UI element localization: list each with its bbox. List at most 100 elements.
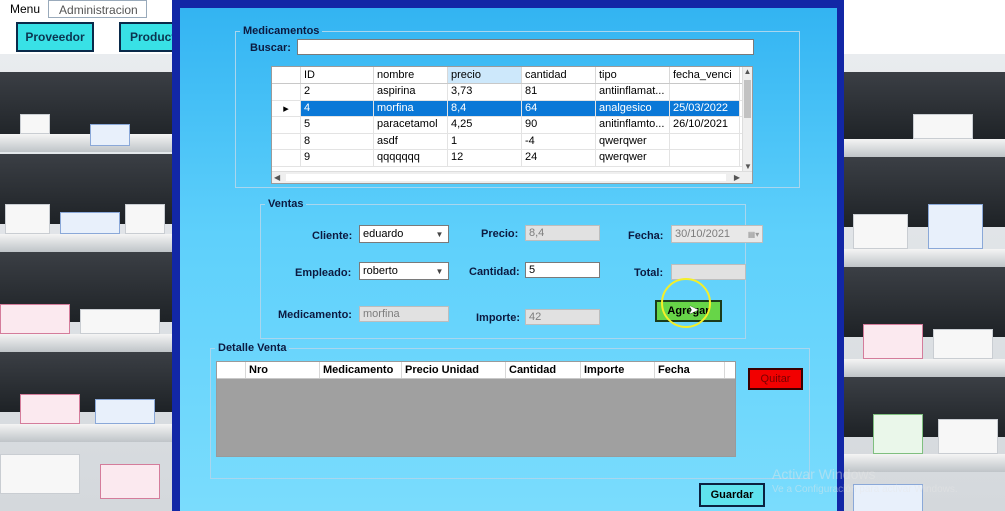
horizontal-scrollbar[interactable]: ◀ ▶ — [272, 171, 752, 183]
fecha-label: Fecha: — [628, 230, 664, 242]
cell-precio: 1 — [448, 133, 522, 149]
precio-label: Precio: — [481, 228, 519, 240]
dialog-client-area: Medicamentos Buscar: ID nombre precio ca… — [180, 8, 837, 511]
col-fecha[interactable]: Fecha — [655, 362, 725, 378]
cell-nombre: morfina — [374, 100, 448, 116]
col-cantidad[interactable]: cantidad — [522, 67, 596, 83]
cantidad-input[interactable]: 5 — [525, 262, 600, 278]
precio-field: 8,4 — [525, 225, 600, 241]
cell-id: 8 — [301, 133, 374, 149]
proveedor-button[interactable]: Proveedor — [16, 22, 94, 52]
col-fecha-venci[interactable]: fecha_venci — [670, 67, 740, 83]
cell-nombre: paracetamol — [374, 117, 448, 133]
cell-nombre: qqqqqqq — [374, 150, 448, 166]
scroll-right-icon[interactable]: ▶ — [734, 173, 740, 182]
medicamento-field: morfina — [359, 306, 449, 322]
fecha-value: 30/10/2021 — [675, 228, 731, 240]
ventas-dialog: Medicamentos Buscar: ID nombre precio ca… — [172, 0, 844, 511]
empleado-value: roberto — [363, 265, 398, 277]
cell-cantidad: 81 — [522, 84, 596, 100]
cursor-highlight — [661, 278, 711, 328]
horizontal-scroll-thumb[interactable] — [286, 174, 726, 181]
cell-fecha: 25/03/2022 — [670, 100, 740, 116]
medicamentos-grid[interactable]: ID nombre precio cantidad tipo fecha_ven… — [271, 66, 753, 184]
cliente-value: eduardo — [363, 228, 404, 240]
table-row[interactable]: 8 asdf 1 -4 qwerqwer — [272, 133, 752, 150]
cell-precio: 8,4 — [448, 100, 522, 116]
col-tipo[interactable]: tipo — [596, 67, 670, 83]
col-precio-unidad[interactable]: Precio Unidad — [402, 362, 506, 378]
cell-cantidad: 64 — [522, 100, 596, 116]
cell-tipo: qwerqwer — [596, 133, 670, 149]
fecha-picker[interactable]: 30/10/2021 ▦▾ — [671, 225, 763, 243]
chevron-down-icon[interactable]: ▼ — [433, 264, 446, 278]
detalle-grid-header: Nro Medicamento Precio Unidad Cantidad I… — [217, 362, 735, 379]
cliente-label: Cliente: — [312, 230, 353, 242]
cell-tipo: analgesico — [596, 100, 670, 116]
producto-button[interactable]: Producto — [119, 22, 179, 52]
col-nro[interactable]: Nro — [246, 362, 320, 378]
col-importe[interactable]: Importe — [581, 362, 655, 378]
cell-cantidad: -4 — [522, 133, 596, 149]
cell-id: 4 — [301, 100, 374, 116]
cell-fecha — [670, 150, 740, 166]
table-row-selected[interactable]: ▸ 4 morfina 8,4 64 analgesico 25/03/2022 — [272, 100, 752, 117]
cell-fecha: 26/10/2021 — [670, 117, 740, 133]
col-id[interactable]: ID — [301, 67, 374, 83]
pharmacy-shelves-right — [843, 54, 1005, 511]
scroll-left-icon[interactable]: ◀ — [274, 173, 280, 182]
cliente-combo[interactable]: eduardo ▼ — [359, 225, 449, 243]
cell-fecha — [670, 133, 740, 149]
cell-precio: 3,73 — [448, 84, 522, 100]
total-label: Total: — [634, 267, 664, 279]
cell-id: 2 — [301, 84, 374, 100]
table-row[interactable]: 9 qqqqqqq 12 24 qwerqwer — [272, 150, 752, 167]
buscar-input[interactable] — [297, 39, 754, 55]
col-cantidad[interactable]: Cantidad — [506, 362, 581, 378]
medicamento-label: Medicamento: — [278, 309, 352, 321]
detalle-venta-grid[interactable]: Nro Medicamento Precio Unidad Cantidad I… — [216, 361, 736, 457]
row-pointer-icon: ▸ — [272, 100, 301, 116]
cell-tipo: antiinflamat... — [596, 84, 670, 100]
buscar-label: Buscar: — [250, 42, 291, 54]
mouse-cursor-icon: ➤ — [688, 302, 699, 317]
calendar-icon[interactable]: ▦▾ — [747, 227, 760, 241]
ventas-legend: Ventas — [268, 198, 304, 210]
col-precio[interactable]: precio — [448, 67, 522, 83]
menu-item-administracion[interactable]: Administracion — [48, 0, 147, 18]
cantidad-label: Cantidad: — [469, 266, 520, 278]
importe-field: 42 — [525, 309, 600, 325]
scroll-down-icon[interactable]: ▼ — [743, 162, 752, 171]
cell-precio: 12 — [448, 150, 522, 166]
detalle-venta-legend: Detalle Venta — [218, 342, 287, 354]
quitar-button[interactable]: Quitar — [748, 368, 803, 390]
vertical-scrollbar[interactable]: ▲ ▼ — [742, 67, 752, 171]
col-nombre[interactable]: nombre — [374, 67, 448, 83]
vertical-scroll-thumb[interactable] — [744, 80, 751, 118]
pharmacy-shelves-left — [0, 54, 175, 511]
cell-nombre: asdf — [374, 133, 448, 149]
importe-label: Importe: — [476, 312, 520, 324]
watermark-title: Activar Windows — [772, 466, 876, 482]
table-row[interactable]: 5 paracetamol 4,25 90 anitinflamto... 26… — [272, 117, 752, 134]
medicamentos-legend: Medicamentos — [243, 25, 320, 37]
cell-id: 9 — [301, 150, 374, 166]
empleado-combo[interactable]: roberto ▼ — [359, 262, 449, 280]
scroll-up-icon[interactable]: ▲ — [743, 67, 752, 76]
medicamentos-grid-header: ID nombre precio cantidad tipo fecha_ven… — [272, 67, 752, 84]
cell-precio: 4,25 — [448, 117, 522, 133]
menu-item-menu[interactable]: Menu — [0, 0, 48, 18]
cell-tipo: anitinflamto... — [596, 117, 670, 133]
cell-fecha — [670, 84, 740, 100]
chevron-down-icon[interactable]: ▼ — [433, 227, 446, 241]
table-row[interactable]: 2 aspirina 3,73 81 antiinflamat... — [272, 84, 752, 101]
watermark-text: Ve a Configuración para activar Windows. — [772, 484, 958, 495]
guardar-button[interactable]: Guardar — [699, 483, 765, 507]
cell-nombre: aspirina — [374, 84, 448, 100]
cell-cantidad: 90 — [522, 117, 596, 133]
cell-id: 5 — [301, 117, 374, 133]
cell-tipo: qwerqwer — [596, 150, 670, 166]
cell-cantidad: 24 — [522, 150, 596, 166]
empleado-label: Empleado: — [295, 267, 352, 279]
col-medicamento[interactable]: Medicamento — [320, 362, 402, 378]
